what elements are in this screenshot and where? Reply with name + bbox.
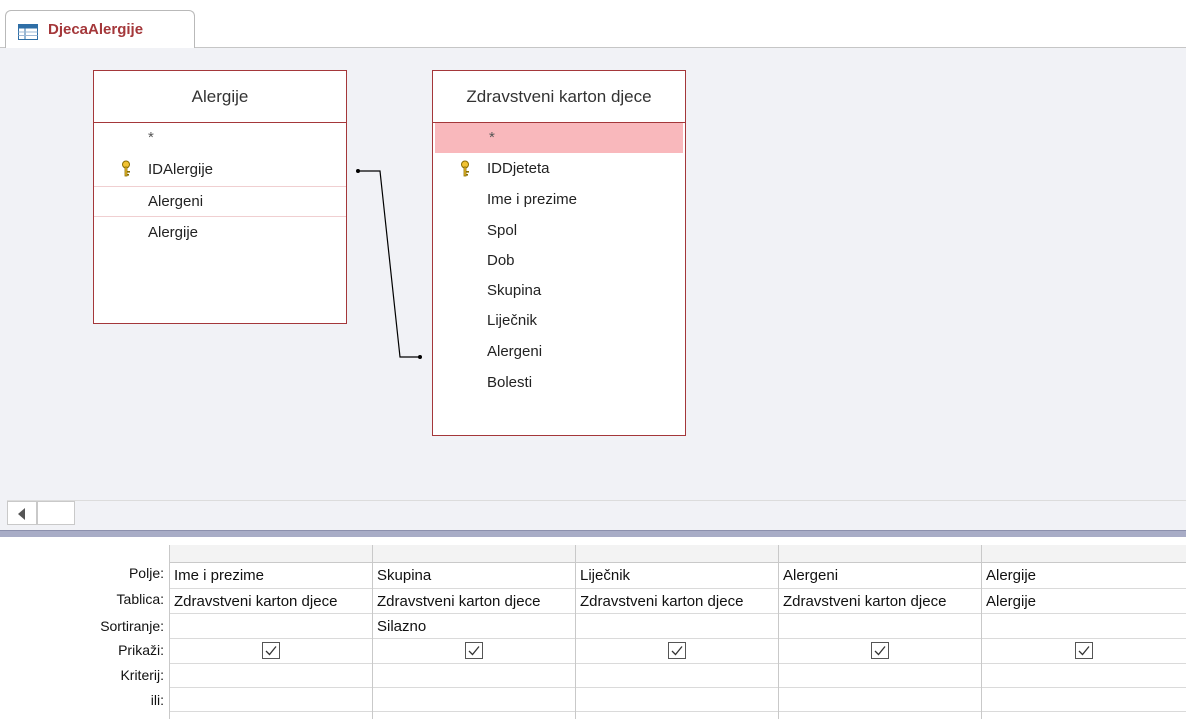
field-label: Ime i prezime [487,191,578,208]
document-tab-title: DjecaAlergije [48,21,144,38]
column-selector[interactable] [170,545,372,563]
checkmark-icon [874,646,886,656]
sort-cell[interactable]: Silazno [373,614,575,639]
primary-key-icon [461,160,469,177]
show-checkbox[interactable] [871,642,889,659]
row-label-sort: Sortiranje: [100,618,164,634]
table-box-zdravstveni-karton-djece[interactable]: Zdravstveni karton djece * IDDjeteta Ime… [432,70,686,436]
field-label: Liječnik [487,312,538,329]
field-row[interactable]: IDAlergije [94,153,346,187]
show-checkbox[interactable] [465,642,483,659]
show-cell[interactable] [576,639,778,664]
checkmark-icon [265,646,277,656]
document-tab-strip: DjecaAlergije [0,0,1186,48]
or-cell[interactable] [373,688,575,712]
field-row[interactable]: Alergije [94,217,346,249]
field-row[interactable]: Ime i prezime [433,185,685,215]
scroll-left-button[interactable] [7,501,37,525]
field-label: Dob [487,252,515,269]
or-cell[interactable] [779,688,981,712]
field-label: IDAlergije [148,161,214,178]
or-cell[interactable] [576,688,778,712]
scroll-thumb[interactable] [37,501,75,525]
table-cell[interactable]: Zdravstveni karton djece [779,589,981,614]
query-design-icon [18,24,38,40]
field-row[interactable]: Skupina [433,276,685,306]
grid-column[interactable]: Alergije Alergije [981,545,1186,719]
sort-cell[interactable] [170,614,372,639]
field-label: Bolesti [487,374,533,391]
field-all[interactable]: * [435,123,683,153]
show-checkbox[interactable] [1075,642,1093,659]
column-selector[interactable] [982,545,1186,563]
field-row[interactable]: Alergeni [433,336,685,367]
field-label: IDDjeteta [487,160,550,177]
grid-column[interactable]: Skupina Zdravstveni karton djece Silazno [372,545,575,719]
field-label: Alergeni [487,343,543,360]
field-cell[interactable]: Skupina [373,563,575,589]
field-cell[interactable]: Ime i prezime [170,563,372,589]
table-title[interactable]: Alergije [94,71,346,123]
field-label: * [148,129,154,146]
row-label-or: ili: [150,692,164,708]
row-label-criteria: Kriterij: [120,667,164,683]
grid-column[interactable]: Ime i prezime Zdravstveni karton djece [169,545,372,719]
column-selector[interactable] [779,545,981,563]
criteria-cell[interactable] [373,664,575,688]
show-cell[interactable] [779,639,981,664]
criteria-cell[interactable] [982,664,1186,688]
design-horizontal-scrollbar[interactable] [7,500,1186,525]
table-cell[interactable]: Zdravstveni karton djece [576,589,778,614]
field-row[interactable]: Liječnik [433,306,685,336]
criteria-cell[interactable] [576,664,778,688]
or-cell[interactable] [982,688,1186,712]
show-checkbox[interactable] [668,642,686,659]
checkmark-icon [468,646,480,656]
field-label: Alergije [148,224,199,241]
row-label-show: Prikaži: [118,642,164,658]
sort-cell[interactable] [576,614,778,639]
field-label: Alergeni [148,193,204,210]
document-tab[interactable]: DjecaAlergije [5,10,195,48]
checkmark-icon [671,646,683,656]
grid-column[interactable]: Liječnik Zdravstveni karton djece [575,545,778,719]
show-checkbox[interactable] [262,642,280,659]
or-cell[interactable] [170,688,372,712]
show-cell[interactable] [373,639,575,664]
row-label-field: Polje: [128,565,164,581]
table-cell[interactable]: Zdravstveni karton djece [373,589,575,614]
table-cell[interactable]: Alergije [982,589,1186,614]
show-cell[interactable] [982,639,1186,664]
sort-cell[interactable] [982,614,1186,639]
criteria-cell[interactable] [170,664,372,688]
field-cell[interactable]: Liječnik [576,563,778,589]
field-row[interactable]: IDDjeteta [433,153,685,185]
table-box-alergije[interactable]: Alergije * IDAlergije Alergeni Alergije [93,70,347,324]
field-row[interactable]: Bolesti [433,367,685,399]
checkmark-icon [1078,646,1090,656]
table-title[interactable]: Zdravstveni karton djece [433,71,685,123]
field-row[interactable]: Dob [433,246,685,276]
pane-splitter[interactable] [0,530,1186,537]
sort-cell[interactable] [779,614,981,639]
field-cell[interactable]: Alergije [982,563,1186,589]
query-design-grid: Polje: Tablica: Sortiranje: Prikaži: Kri… [0,537,1186,719]
criteria-cell[interactable] [779,664,981,688]
column-selector[interactable] [373,545,575,563]
field-label: Spol [487,222,518,239]
row-label-table: Tablica: [116,591,164,607]
field-all[interactable]: * [94,123,346,153]
grid-column[interactable]: Alergeni Zdravstveni karton djece [778,545,981,719]
grid-row-labels: Polje: Tablica: Sortiranje: Prikaži: Kri… [0,537,168,719]
field-label: Skupina [487,282,542,299]
table-cell[interactable]: Zdravstveni karton djece [170,589,372,614]
show-cell[interactable] [170,639,372,664]
field-cell[interactable]: Alergeni [779,563,981,589]
primary-key-icon [122,160,130,177]
chevron-left-icon [18,508,25,520]
column-selector[interactable] [576,545,778,563]
field-label: * [489,129,495,146]
field-row[interactable]: Alergeni [94,187,346,217]
field-row[interactable]: Spol [433,215,685,246]
